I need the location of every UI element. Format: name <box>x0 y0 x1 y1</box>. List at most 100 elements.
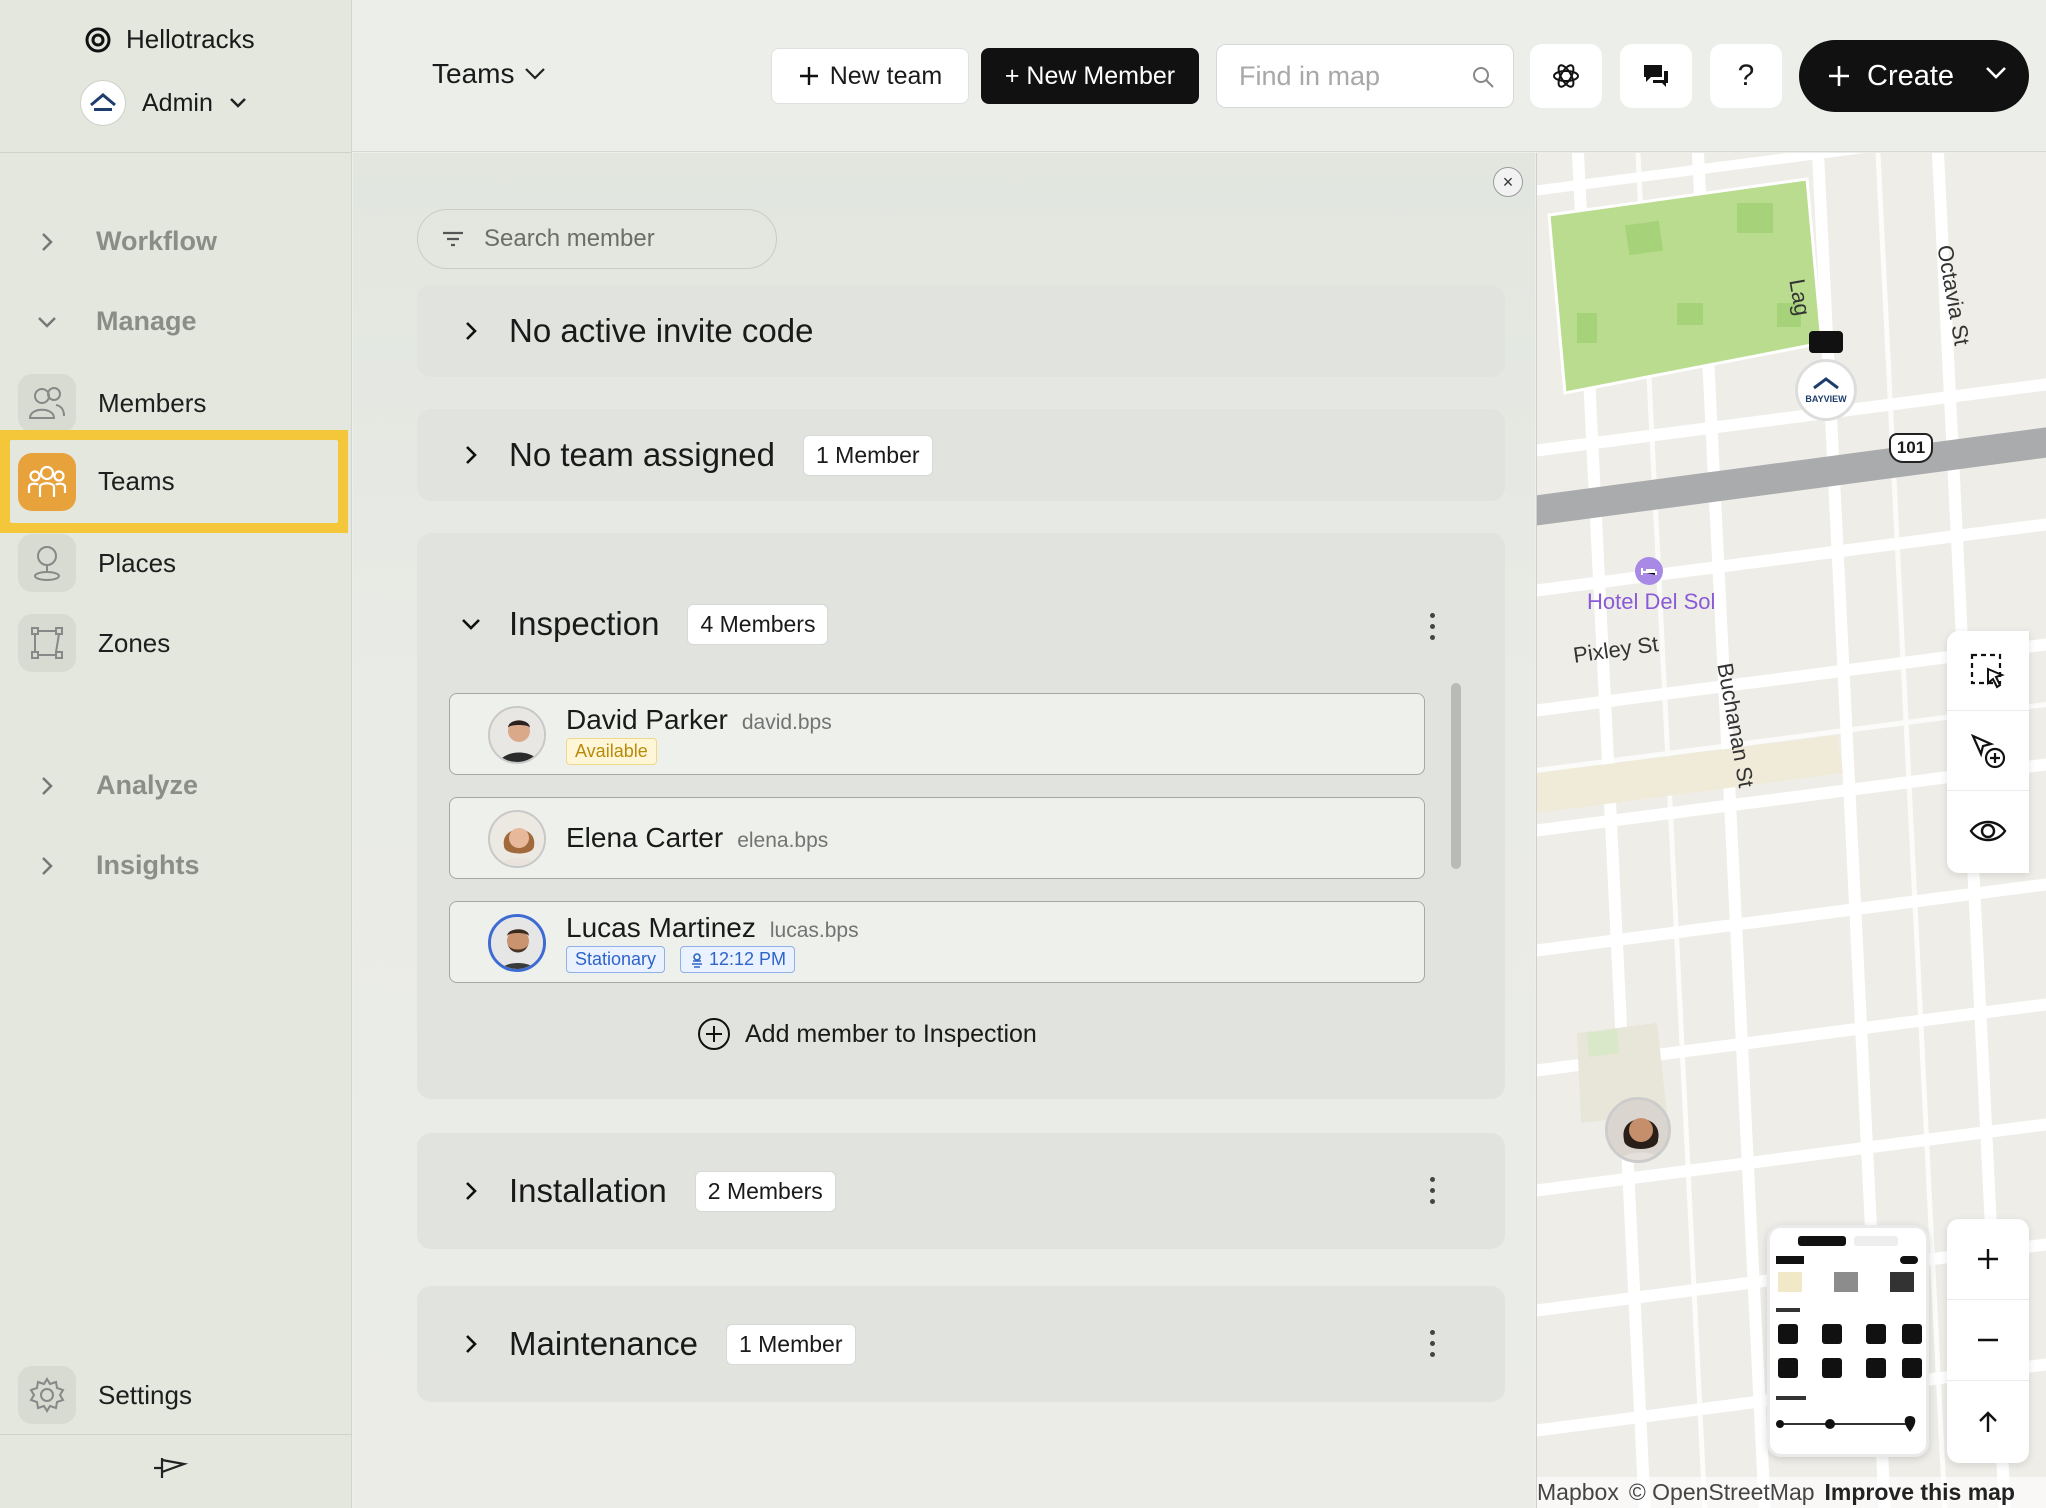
group-header[interactable]: Inspection 4 Members <box>417 578 1505 670</box>
minus-icon <box>1978 1338 1998 1342</box>
cursor-plus-icon <box>1970 733 2006 768</box>
member-count-badge: 2 Members <box>694 1170 836 1212</box>
members-icon <box>18 374 76 432</box>
member-name: David Parker <box>566 704 728 735</box>
member-row[interactable]: David Parker david.bps Available <box>449 693 1425 775</box>
chevron-right-icon <box>42 856 53 875</box>
member-list-scrollbar[interactable] <box>1451 683 1461 869</box>
sidebar-section-insights[interactable]: Insights <box>36 850 200 881</box>
plus-icon <box>1829 66 1849 86</box>
group-inspection: Inspection 4 Members David Parker david.b… <box>417 533 1505 1099</box>
pin-sidebar-icon[interactable] <box>150 1448 190 1488</box>
status-badge: Stationary <box>566 946 666 973</box>
view-selector-label: Teams <box>432 58 515 89</box>
sidebar-divider <box>0 152 352 153</box>
member-username: david.bps <box>741 711 832 734</box>
new-member-button[interactable]: + New Member <box>981 48 1199 104</box>
place-marker-label: BAYVIEW <box>1805 394 1847 404</box>
group-header[interactable]: Installation 2 Members <box>417 1145 1505 1237</box>
add-member-label: Add member to Inspection <box>745 1019 1037 1048</box>
create-button[interactable]: Create <box>1799 40 2029 112</box>
sidebar-section-label: Workflow <box>96 226 217 256</box>
map-layers-preview[interactable] <box>1767 1225 1929 1457</box>
group-no-team: No team assigned 1 Member <box>417 409 1505 501</box>
add-location-tool[interactable] <box>1947 711 2029 791</box>
zones-icon <box>18 614 76 672</box>
account-switcher[interactable]: Admin <box>80 80 247 126</box>
eye-icon <box>1969 820 2007 842</box>
improve-map-link[interactable]: Improve this map <box>1825 1479 2015 1506</box>
reset-north-button[interactable] <box>1947 1381 2029 1462</box>
help-button[interactable]: ? <box>1710 44 1782 108</box>
zoom-out-button[interactable] <box>1947 1300 2029 1381</box>
top-bar: Teams New team + New Member ? Create <box>352 0 2046 152</box>
select-area-tool[interactable] <box>1947 631 2029 711</box>
group-menu-button[interactable] <box>1427 613 1437 640</box>
sidebar-item-places[interactable]: Places <box>0 520 348 606</box>
sidebar-item-settings[interactable]: Settings <box>0 1352 348 1438</box>
chevron-right-icon <box>42 776 53 795</box>
org-header[interactable]: Hellotracks <box>84 24 255 55</box>
sidebar-item-label: Zones <box>98 627 171 658</box>
sidebar-section-workflow[interactable]: Workflow <box>36 226 217 257</box>
group-menu-button[interactable] <box>1427 1330 1437 1357</box>
chevron-right-icon <box>466 322 477 340</box>
close-panel-button[interactable]: × <box>1493 167 1523 197</box>
member-name-line: Elena Carter elena.bps <box>566 822 828 854</box>
group-title: No active invite code <box>509 312 814 349</box>
search-member-input[interactable] <box>484 225 744 253</box>
org-name: Hellotracks <box>126 24 255 54</box>
new-member-label: + New Member <box>1004 61 1176 90</box>
group-header[interactable]: No active invite code <box>417 285 1505 377</box>
member-name: Elena Carter <box>566 822 724 853</box>
sidebar-item-teams[interactable]: Teams <box>0 430 348 533</box>
group-header[interactable]: Maintenance 1 Member <box>417 1298 1505 1390</box>
group-menu-button[interactable] <box>1427 1177 1437 1204</box>
avatar <box>488 706 546 764</box>
group-title: Installation <box>509 1172 667 1209</box>
member-count-badge: 1 Member <box>802 434 933 476</box>
sidebar-item-teams-inner: Teams <box>10 440 338 523</box>
attribution-osm[interactable]: © OpenStreetMap <box>1629 1479 1815 1506</box>
member-location-marker[interactable] <box>1605 1097 1671 1163</box>
plus-circle-icon <box>698 1018 730 1050</box>
highway-shield: 101 <box>1889 433 1933 463</box>
view-selector[interactable]: Teams <box>432 58 546 90</box>
ai-assistant-icon <box>1553 64 1579 88</box>
group-header[interactable]: No team assigned 1 Member <box>417 409 1505 501</box>
map-view[interactable]: Octavia St Lag 101 Hotel Del Sol Pixley … <box>1536 153 2046 1508</box>
select-area-icon <box>1970 653 2005 688</box>
zoom-in-button[interactable] <box>1947 1219 2029 1300</box>
sidebar-section-label: Manage <box>96 306 197 336</box>
person-stationary-icon <box>692 952 702 968</box>
add-member-button[interactable]: Add member to Inspection <box>697 1017 1037 1051</box>
stationary-time-badge: 12:12 PM <box>680 946 796 973</box>
chat-button[interactable] <box>1620 44 1692 108</box>
chevron-down-icon[interactable] <box>1985 66 2007 80</box>
sidebar-section-manage[interactable]: Manage <box>36 306 197 337</box>
place-marker-bayview[interactable]: BAYVIEW <box>1795 359 1857 421</box>
map-tools <box>1947 631 2029 873</box>
sidebar-item-label: Settings <box>98 1379 192 1410</box>
hellotracks-logo-icon <box>85 27 111 52</box>
member-row[interactable]: Elena Carter elena.bps <box>449 797 1425 879</box>
chevron-down-icon <box>38 316 56 328</box>
sidebar-item-label: Members <box>98 387 207 418</box>
attribution-mapbox[interactable]: Mapbox <box>1537 1479 1619 1506</box>
find-in-map <box>1216 44 1514 108</box>
visibility-tool[interactable] <box>1947 791 2029 871</box>
sidebar-section-analyze[interactable]: Analyze <box>36 770 198 801</box>
sidebar-section-label: Insights <box>96 850 200 880</box>
new-team-button[interactable]: New team <box>771 48 969 104</box>
ai-assistant-button[interactable] <box>1530 44 1602 108</box>
member-row[interactable]: Lucas Martinez lucas.bps Stationary 12:12… <box>449 901 1425 983</box>
find-in-map-input[interactable] <box>1239 60 1449 92</box>
bayview-logo-icon <box>1813 377 1839 390</box>
chevron-right-icon <box>466 1335 477 1353</box>
sidebar-item-zones[interactable]: Zones <box>0 600 348 686</box>
places-icon <box>18 534 76 592</box>
close-icon: × <box>1502 171 1514 192</box>
plus-icon <box>799 67 818 85</box>
help-label: ? <box>1737 59 1755 92</box>
poi-label-hotel: Hotel Del Sol <box>1587 589 1716 614</box>
